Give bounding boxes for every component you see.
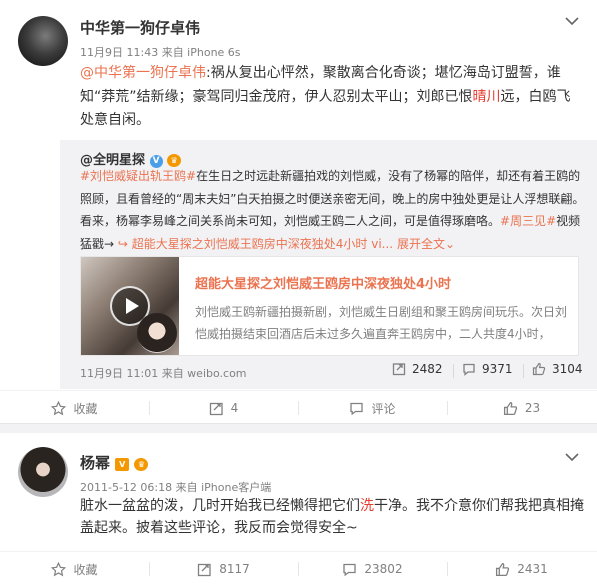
weibo-post-1: 中华第一狗仔卓伟 11月9日 11:43 来自 iPhone 6s @中华第一狗…: [0, 0, 597, 423]
hashtag-link[interactable]: #周三见#: [500, 214, 556, 228]
highlight-text: 洗: [360, 498, 374, 514]
comment-icon: [350, 402, 364, 415]
author-name[interactable]: 中华第一狗仔卓伟: [80, 17, 200, 38]
member-icon: ♛: [134, 458, 149, 471]
comment-button[interactable]: 评论: [298, 391, 447, 425]
thumbs-up-icon: [503, 401, 517, 415]
repost-icon: [198, 563, 211, 576]
action-bar: 收藏 4 评论 23: [0, 390, 597, 424]
avatar[interactable]: [18, 16, 68, 66]
repost-box: @全明星探 V ♛ #刘恺威疑出轨王鸥#在生日之时远赴新疆拍戏的刘恺威，没有了杨…: [60, 140, 597, 389]
video-thumbnail[interactable]: [81, 257, 179, 355]
repost-button[interactable]: 8117: [149, 552, 298, 586]
video-description: 刘恺威王鸥新疆拍摄新剧，刘恺威生日剧组和聚王鸥房间玩乐。次日刘恺威拍摄结束回酒店…: [195, 305, 568, 341]
like-label: 23: [524, 401, 541, 415]
avatar: [137, 313, 177, 353]
comment-button[interactable]: 23802: [298, 552, 447, 586]
collect-button[interactable]: 收藏: [0, 391, 149, 425]
post-text-part: 脏水一盆盆的泼，几时开始我已经懒得把它们: [80, 498, 360, 514]
star-icon: [51, 400, 67, 415]
like-label: 2431: [517, 562, 548, 576]
comment-icon: [463, 363, 475, 376]
like-count[interactable]: 3104: [532, 362, 583, 376]
collect-label: 收藏: [73, 562, 98, 577]
mention-link[interactable]: @中华第一狗仔卓伟: [80, 65, 206, 81]
link-icon: ↪: [117, 236, 128, 251]
post-meta: 11月9日 11:43 来自 iPhone 6s: [80, 46, 241, 59]
star-icon: [51, 561, 67, 576]
repost-text: #刘恺威疑出轨王鸥#在生日之时远赴新疆拍戏的刘恺威，没有了杨幂的陪伴，却还有着王…: [80, 165, 590, 255]
hashtag-link[interactable]: #刘恺威疑出轨王鸥#: [80, 169, 196, 183]
video-card[interactable]: 超能大星探之刘恺威王鸥房中深夜独处4小时 刘恺威王鸥新疆拍摄新剧，刘恺威生日剧组…: [80, 256, 579, 356]
comment-icon: [343, 563, 357, 576]
chevron-down-icon[interactable]: [565, 16, 579, 26]
chevron-down-icon: ⌄: [444, 236, 456, 251]
post-text: @中华第一狗仔卓伟:祸从复出心怦然，聚散离合化奇谈；堪忆海岛订盟誓，谁知“莽荒”…: [80, 62, 580, 133]
author-name[interactable]: 杨幂 V ♛: [80, 452, 149, 473]
post-separator: [0, 423, 597, 433]
action-bar: 收藏 8117 23802 2431: [0, 551, 597, 585]
avatar[interactable]: [18, 447, 68, 497]
repost-meta: 11月9日 11:01 来自 weibo.com: [80, 367, 247, 380]
chevron-down-icon[interactable]: [565, 452, 579, 462]
divider: [453, 364, 454, 378]
repost-label: 8117: [219, 562, 250, 576]
highlight-text: 晴川: [472, 88, 501, 105]
verified-icon: V: [115, 458, 130, 471]
collect-button[interactable]: 收藏: [0, 552, 149, 586]
repost-count-label: 2482: [412, 362, 443, 376]
comment-label: 23802: [364, 562, 403, 576]
video-link[interactable]: ↪ 超能大星探之刘恺威王鸥房中深夜独处4小时 vi...: [118, 237, 393, 251]
expand-link[interactable]: 展开全文⌄: [397, 237, 455, 251]
comment-label: 评论: [371, 401, 396, 416]
expand-label: 展开全文: [396, 236, 445, 251]
repost-count[interactable]: 2482: [392, 362, 443, 376]
like-button[interactable]: 2431: [447, 552, 596, 586]
repost-button[interactable]: 4: [149, 391, 298, 425]
comment-count-label: 9371: [482, 362, 513, 376]
repost-icon: [209, 402, 223, 415]
repost-icon: [392, 363, 406, 376]
video-title[interactable]: 超能大星探之刘恺威王鸥房中深夜独处4小时: [195, 273, 451, 292]
post-meta: 2011-5-12 06:18 来自 iPhone客户端: [80, 481, 272, 494]
author-name-label: 杨幂: [80, 454, 111, 472]
comment-count[interactable]: 9371: [462, 362, 513, 376]
divider: [523, 364, 524, 378]
like-button[interactable]: 23: [447, 391, 596, 425]
repost-label: 4: [230, 401, 239, 415]
thumbs-up-icon: [532, 362, 546, 376]
like-count-label: 3104: [552, 362, 583, 376]
collect-label: 收藏: [73, 401, 98, 416]
thumbs-up-icon: [496, 562, 510, 576]
post-text: 脏水一盆盆的泼，几时开始我已经懒得把它们洗干净。我不介意你们帮我把真相掩盖起来。…: [80, 495, 585, 539]
video-link-label: 超能大星探之刘恺威王鸥房中深夜独处4小时 vi...: [131, 236, 394, 251]
